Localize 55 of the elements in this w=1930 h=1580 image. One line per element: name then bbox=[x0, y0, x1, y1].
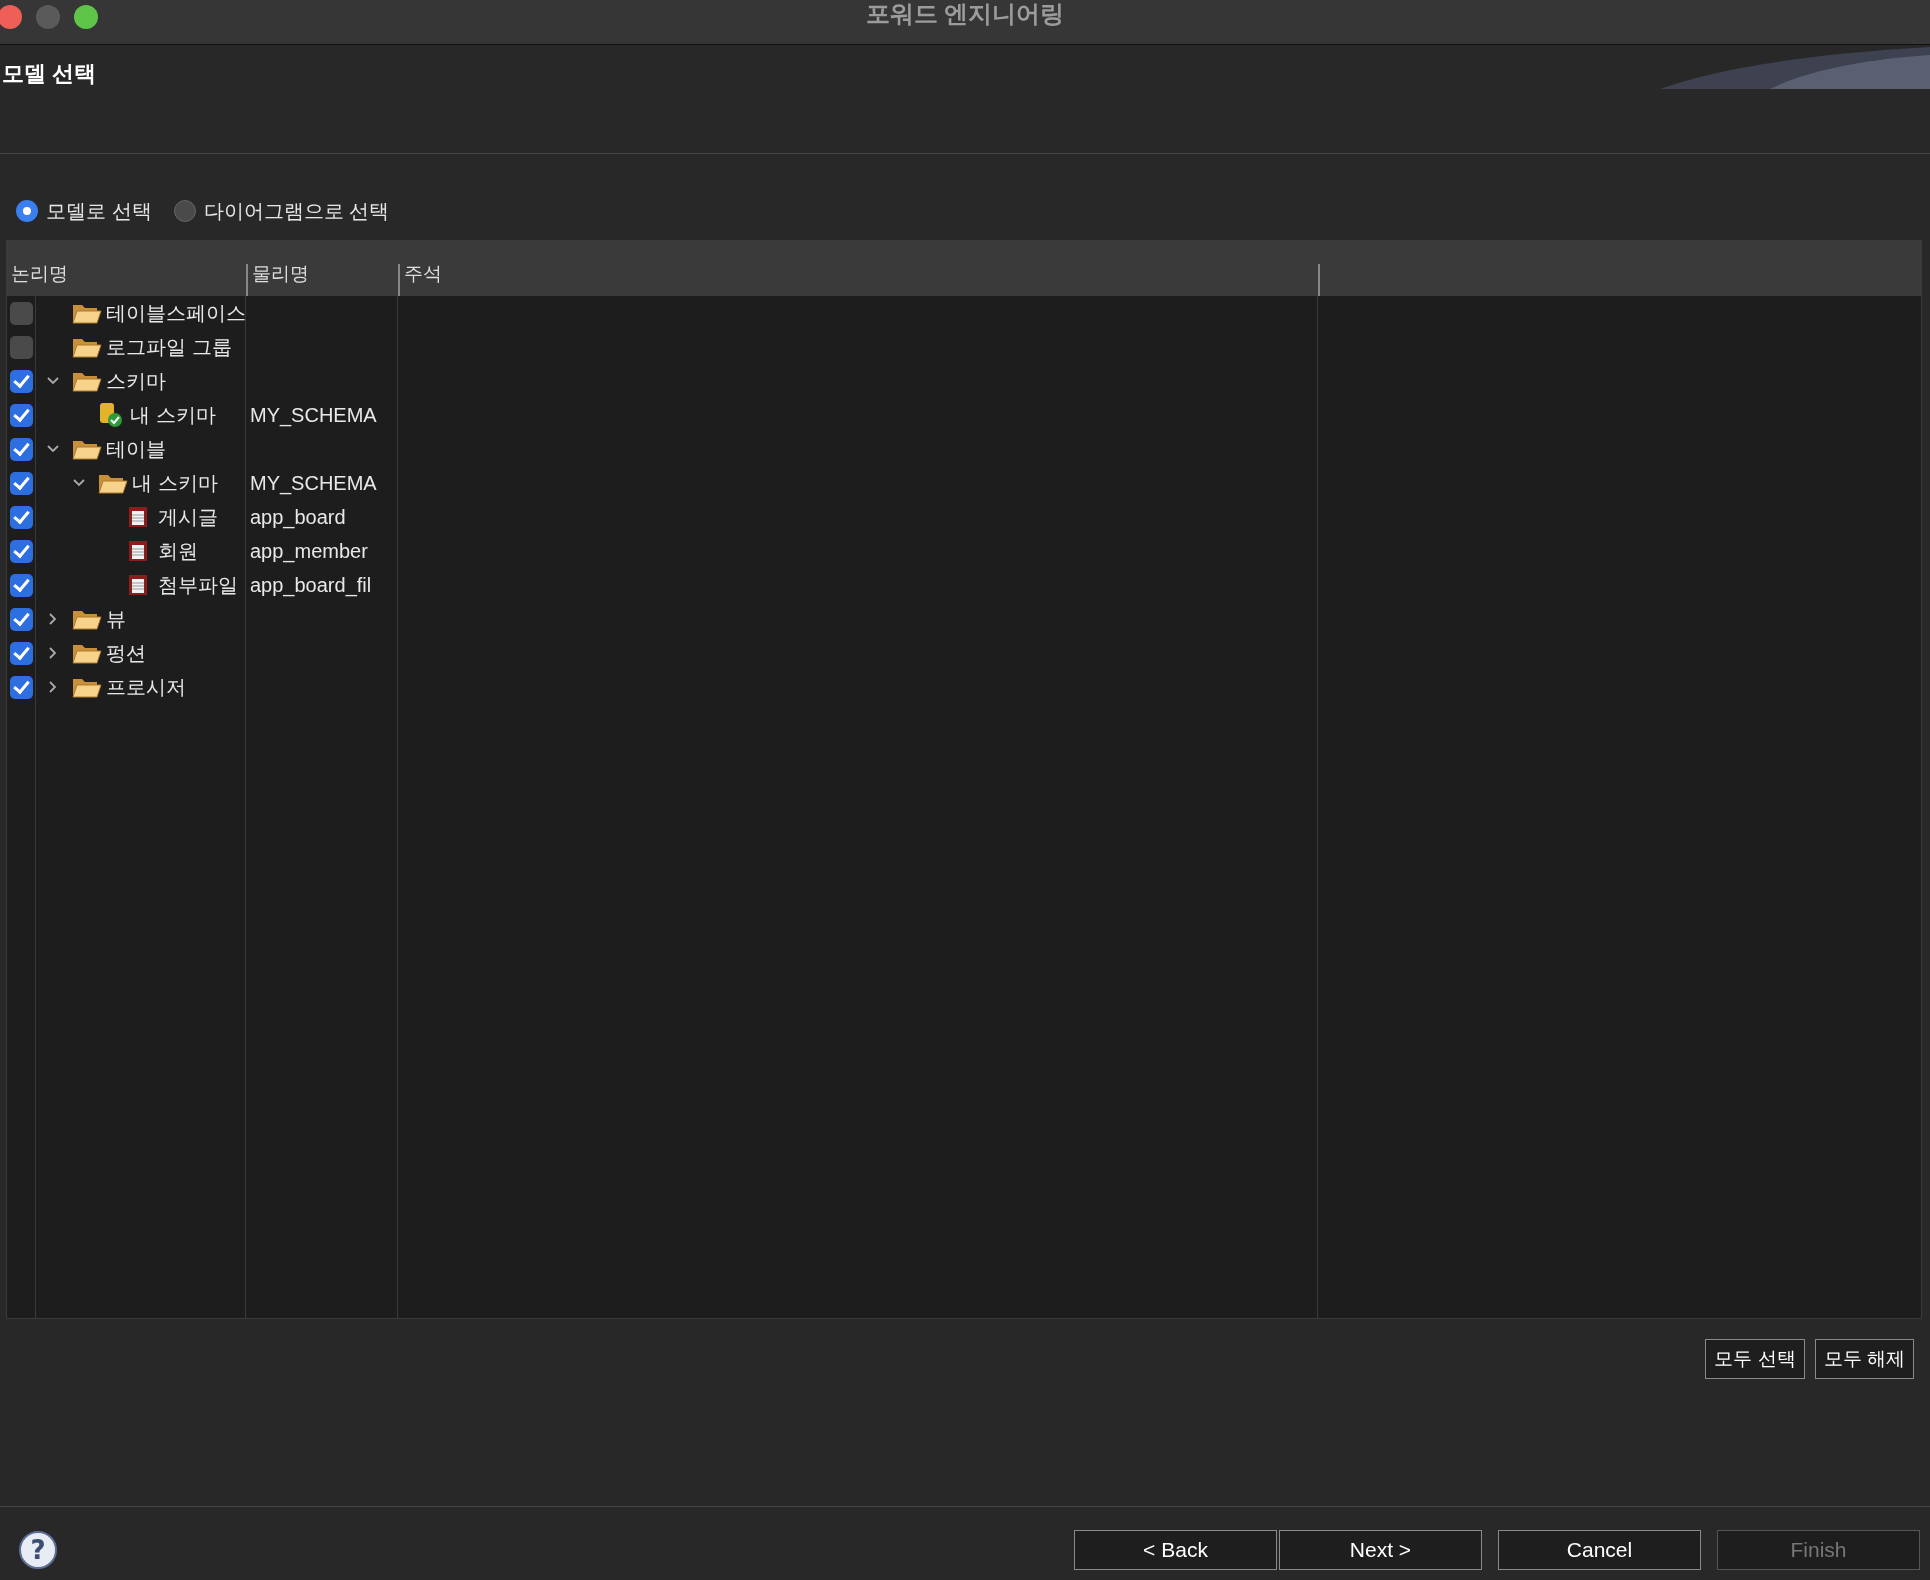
radio-option[interactable]: 다이어그램으로 선택 bbox=[173, 197, 390, 225]
checkbox[interactable] bbox=[9, 675, 33, 699]
wizard-button[interactable]: Cancel bbox=[1498, 1529, 1701, 1570]
checkbox[interactable] bbox=[9, 471, 33, 495]
help-button[interactable]: ? bbox=[19, 1530, 57, 1569]
zoom-button[interactable] bbox=[74, 5, 98, 29]
folder-icon bbox=[72, 336, 102, 358]
table-cell-text: MY_SCHEMA bbox=[249, 471, 377, 495]
tree-item-label[interactable]: 로그파일 그룹 bbox=[106, 333, 232, 361]
checkbox[interactable] bbox=[9, 505, 33, 529]
table-cell-text: app_board bbox=[249, 505, 346, 529]
tree-item-label[interactable]: 회원 bbox=[158, 537, 198, 565]
table-cell-text: app_member bbox=[249, 539, 368, 563]
checkbox[interactable] bbox=[9, 573, 33, 597]
select-button[interactable]: 모두 해제 bbox=[1814, 1339, 1914, 1379]
wizard-button[interactable]: < Back bbox=[1074, 1529, 1277, 1570]
column-header[interactable]: 논리명 bbox=[7, 264, 246, 296]
close-button[interactable] bbox=[0, 5, 22, 29]
checkbox[interactable] bbox=[9, 335, 33, 359]
tree-item-label[interactable]: 펑션 bbox=[106, 639, 146, 667]
folder-icon bbox=[72, 676, 102, 698]
select-button[interactable]: 모두 선택 bbox=[1705, 1339, 1805, 1379]
table-cell-text: app_board_fil bbox=[249, 573, 372, 597]
tree-item-label[interactable]: 프로시저 bbox=[106, 673, 186, 701]
column-header[interactable]: 주석 bbox=[398, 264, 1318, 296]
table-cell-text: MY_SCHEMA bbox=[249, 403, 377, 427]
tree-item-label[interactable]: 게시글 bbox=[158, 503, 218, 531]
tree-item-label[interactable]: 테이블스페이스 bbox=[106, 299, 245, 327]
tree-item-label[interactable]: 내 스키마 bbox=[130, 401, 216, 429]
tree-item-label[interactable]: 스키마 bbox=[106, 367, 166, 395]
tree-item-label[interactable]: 내 스키마 bbox=[132, 469, 218, 497]
page-title: 모델 선택 bbox=[2, 60, 97, 88]
folder-icon bbox=[72, 302, 102, 324]
folder-icon bbox=[72, 608, 102, 630]
folder-icon bbox=[72, 438, 102, 460]
table-icon bbox=[128, 506, 148, 528]
folder-icon bbox=[72, 370, 102, 392]
tree-item-label[interactable]: 테이블 bbox=[106, 435, 166, 463]
table-icon bbox=[128, 540, 148, 562]
table-icon bbox=[128, 574, 148, 596]
tree-item-label[interactable]: 첨부파일 bbox=[158, 571, 238, 599]
checkbox[interactable] bbox=[9, 369, 33, 393]
checkbox[interactable] bbox=[9, 607, 33, 631]
tree-item-label[interactable]: 뷰 bbox=[106, 605, 126, 633]
folder-icon bbox=[72, 642, 102, 664]
checkbox[interactable] bbox=[9, 437, 33, 461]
checkbox[interactable] bbox=[9, 301, 33, 325]
checkbox[interactable] bbox=[9, 403, 33, 427]
window-title: 포워드 엔지니어링 bbox=[865, 0, 1065, 29]
column-header[interactable]: 물리명 bbox=[246, 264, 398, 296]
radio-option[interactable]: 모델로 선택 bbox=[16, 197, 152, 225]
folder-icon bbox=[98, 472, 128, 494]
checkbox[interactable] bbox=[9, 539, 33, 563]
wizard-button[interactable]: Next > bbox=[1279, 1529, 1482, 1570]
checkbox[interactable] bbox=[9, 641, 33, 665]
